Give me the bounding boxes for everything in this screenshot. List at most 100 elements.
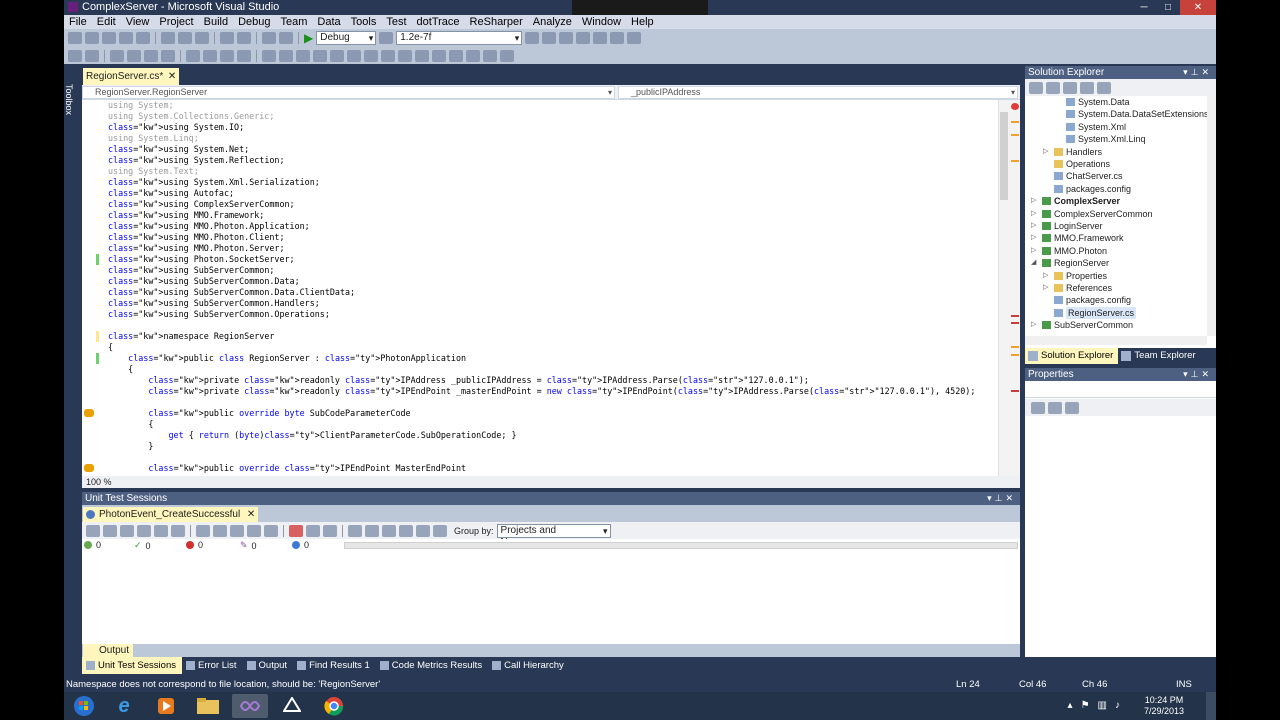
code-line[interactable]: get { return (byte)class="ty">ClientPara… [108, 430, 517, 441]
menu-analyze[interactable]: Analyze [528, 16, 577, 28]
expand-arrow-icon[interactable]: ▷ [1031, 220, 1039, 232]
start-button[interactable] [66, 694, 102, 718]
code-line[interactable]: class="kw">using MMO.Photon.Client; [108, 232, 284, 243]
menu-team[interactable]: Team [276, 16, 313, 28]
alphabetical-icon[interactable] [1048, 401, 1062, 414]
toolbox-side-tab[interactable]: Toolbox [64, 66, 78, 680]
processes-icon[interactable] [500, 49, 514, 62]
member-dropdown[interactable]: _publicIPAddress [618, 86, 1018, 99]
hex-display-icon[interactable] [347, 49, 361, 62]
solution-explorer-icon[interactable] [525, 32, 540, 44]
menu-test[interactable]: Test [381, 16, 411, 28]
paste-icon[interactable] [195, 32, 209, 44]
error-status-icon[interactable] [1011, 103, 1019, 110]
code-line[interactable]: using System.Collections.Generic; [108, 111, 274, 122]
menu-help[interactable]: Help [626, 16, 659, 28]
error-marker[interactable] [1011, 322, 1019, 324]
code-line[interactable]: class="kw">namespace RegionServer [108, 331, 274, 342]
code-line[interactable]: class="kw">using SubServerCommon.Operati… [108, 309, 330, 320]
tree-item[interactable]: ▷ Properties [1043, 270, 1107, 282]
expand-arrow-icon[interactable]: ▷ [1043, 146, 1051, 158]
group-by-dropdown[interactable]: Projects and Namespaces [496, 523, 611, 548]
warning-marker[interactable] [1011, 346, 1019, 348]
find-icon[interactable] [379, 32, 394, 44]
dropdown-icon[interactable]: ▾ [1183, 369, 1191, 379]
code-line[interactable]: { [108, 342, 113, 353]
step-out-icon[interactable] [313, 49, 327, 62]
copy-icon[interactable] [178, 32, 192, 44]
menu-data[interactable]: Data [312, 16, 345, 28]
redo-icon[interactable] [237, 32, 251, 44]
navigate-forward-icon[interactable] [279, 32, 293, 44]
code-line[interactable]: class="kw">using Photon.SocketServer; [108, 254, 295, 265]
prev-icon[interactable] [382, 524, 396, 537]
object-browser-icon[interactable] [559, 32, 574, 44]
toolbox-icon[interactable] [576, 32, 591, 44]
tree-item[interactable]: ▷ ComplexServer [1031, 195, 1120, 207]
explorer-button[interactable] [190, 694, 226, 718]
override-glyph-icon[interactable] [84, 409, 94, 417]
type-dropdown[interactable]: RegionServer.RegionServer [82, 86, 615, 99]
navigate-back-icon[interactable] [262, 32, 276, 44]
menu-tools[interactable]: Tools [346, 16, 382, 28]
start-page-icon[interactable] [593, 32, 608, 44]
clear-bookmarks-icon[interactable] [237, 49, 251, 62]
prev-bookmark-icon[interactable] [203, 49, 217, 62]
run-all-icon[interactable] [103, 524, 117, 537]
add-item-icon[interactable] [85, 32, 99, 44]
code-line[interactable]: { [108, 364, 133, 375]
tree-item[interactable]: ▷ ComplexServerCommon [1031, 208, 1153, 220]
tree-item[interactable]: RegionServer.cs [1043, 306, 1137, 319]
debug-location-icon[interactable] [262, 49, 276, 62]
override-glyph-icon[interactable] [84, 464, 94, 472]
code-line[interactable]: class="kw">using MMO.Photon.Server; [108, 243, 284, 254]
tree-item[interactable]: ▷ MMO.Framework [1031, 232, 1124, 244]
open-file-icon[interactable] [102, 32, 116, 44]
code-line[interactable]: using System.Text; [108, 166, 199, 177]
build-settings-icon[interactable] [196, 524, 210, 537]
tree-item[interactable]: System.Data [1055, 96, 1130, 108]
code-line[interactable]: class="kw">private class="kw">readonly c… [108, 375, 809, 386]
menu-window[interactable]: Window [577, 16, 626, 28]
property-pages-icon[interactable] [1065, 401, 1079, 414]
code-line[interactable]: class="kw">using System.Net; [108, 144, 249, 155]
start-debugging-icon[interactable]: ▶ [304, 31, 313, 45]
expand-arrow-icon[interactable]: ◢ [1031, 257, 1039, 269]
layout-icon[interactable] [433, 524, 447, 537]
tree-item[interactable]: ▷ SubServerCommon [1031, 319, 1133, 331]
menu-view[interactable]: View [121, 16, 155, 28]
warning-marker[interactable] [1011, 134, 1019, 136]
code-line[interactable]: class="kw">using SubServerCommon.Data.Cl… [108, 287, 355, 298]
comment-icon[interactable] [144, 49, 158, 62]
show-threads-icon[interactable] [330, 49, 344, 62]
pin-icon[interactable]: ⊥ [995, 493, 1006, 503]
collapse-all-icon[interactable] [365, 524, 379, 537]
tree-item[interactable]: ▷ References [1043, 282, 1112, 294]
expand-arrow-icon[interactable]: ▷ [1031, 195, 1039, 207]
code-line[interactable]: class="kw">public override class="ty">IP… [108, 463, 466, 474]
cover-tests-icon[interactable] [154, 524, 168, 537]
network-icon[interactable]: ▥ [1098, 700, 1107, 711]
tree-item[interactable]: ▷ MMO.Photon [1031, 245, 1107, 257]
code-line[interactable]: } [108, 441, 153, 452]
pin-icon[interactable]: ⊥ [1191, 369, 1202, 379]
minimize-button[interactable]: ─ [1132, 0, 1156, 15]
tree-horizontal-scrollbar[interactable] [1025, 336, 1207, 345]
breakpoints-icon[interactable] [364, 49, 378, 62]
track-running-icon[interactable] [213, 524, 227, 537]
unity-button[interactable] [274, 694, 310, 718]
menu-resharper[interactable]: ReSharper [465, 16, 528, 28]
hierarchy-icon[interactable] [264, 524, 278, 537]
exceptions-icon[interactable] [466, 49, 480, 62]
code-line[interactable]: class="kw">using MMO.Framework; [108, 210, 264, 221]
flag-icon[interactable]: ⚑ [1081, 700, 1090, 711]
warning-marker[interactable] [1011, 354, 1019, 356]
tree-item[interactable]: ChatServer.cs [1043, 170, 1123, 182]
tree-item[interactable]: System.Xml [1055, 121, 1126, 133]
save-all-icon[interactable] [136, 32, 150, 44]
visual-studio-button[interactable] [232, 694, 268, 718]
search-icon[interactable] [1097, 81, 1111, 94]
next-icon[interactable] [399, 524, 413, 537]
view-class-diagram-icon[interactable] [1080, 81, 1094, 94]
tree-item[interactable]: ▷ LoginServer [1031, 220, 1103, 232]
